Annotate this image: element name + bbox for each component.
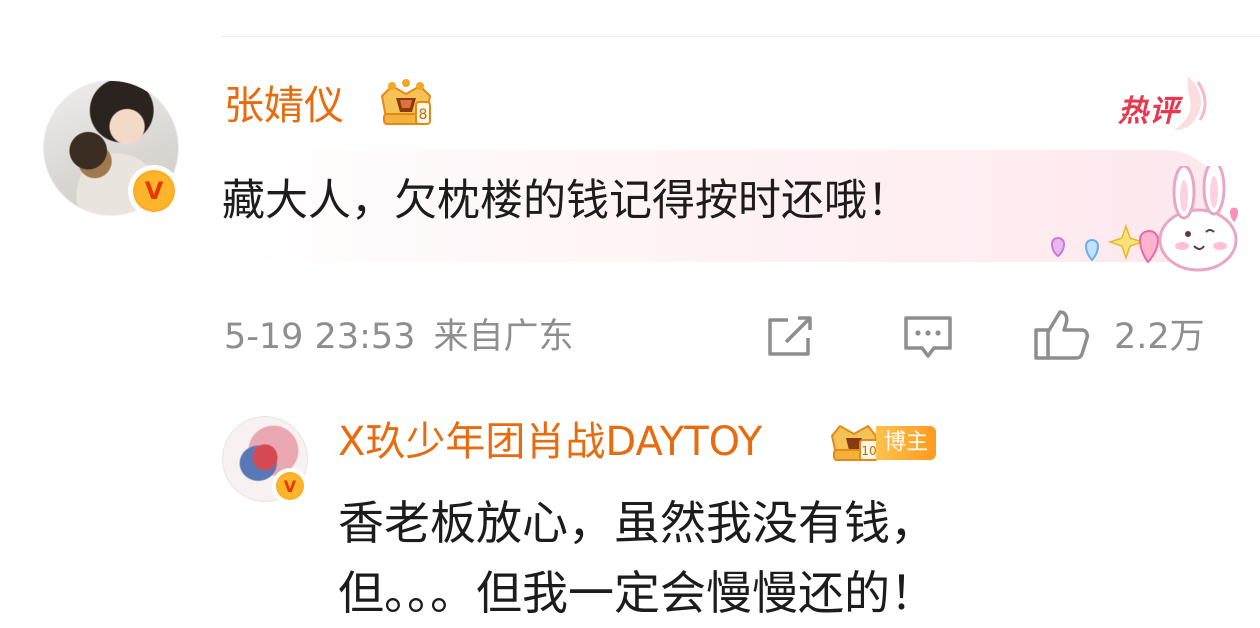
comment-timestamp: 5-19 23:53 <box>224 317 416 357</box>
like-icon[interactable] <box>1032 308 1090 362</box>
verified-v-icon: V <box>128 165 180 217</box>
crown-badge-icon: 10 <box>830 424 879 461</box>
svg-text:10: 10 <box>861 444 876 458</box>
svg-text:8: 8 <box>419 107 428 123</box>
comment-icon[interactable] <box>902 314 954 360</box>
author-badge: 博主 <box>876 426 937 460</box>
share-icon[interactable] <box>764 314 816 360</box>
reply-text[interactable]: 香老板放心，虽然我没有钱， 但。。。但我一定会慢慢还的！ <box>338 488 1238 628</box>
reply-username[interactable]: X玖少年团肖战DAYTOY <box>338 414 762 470</box>
comment-text[interactable]: 藏大人，欠枕楼的钱记得按时还哦！ <box>222 170 910 232</box>
comment-location: 来自广东 <box>433 317 574 357</box>
top-divider <box>222 36 1260 37</box>
reply-text-line: 香老板放心，虽然我没有钱， <box>338 496 936 550</box>
bunny-sticker-icon <box>1050 166 1238 272</box>
like-count: 2.2万 <box>1114 317 1205 357</box>
crown-badge-icon: 8 <box>380 79 432 125</box>
comment-meta: 5-19 23:53 来自广东 <box>224 312 591 362</box>
comment-username[interactable]: 张婧仪 <box>224 78 344 134</box>
hot-comment-badge: 热评 <box>1118 94 1180 129</box>
reply-text-line: 但。。。但我一定会慢慢还的！ <box>338 566 936 620</box>
verified-v-icon: V <box>272 468 308 504</box>
